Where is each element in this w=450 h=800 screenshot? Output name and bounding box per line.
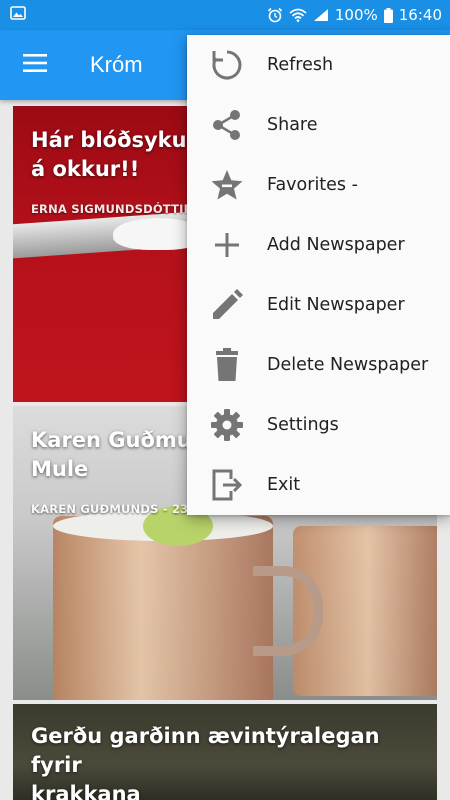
favorites-star-icon (187, 155, 267, 215)
menu-item-label: Edit Newspaper (267, 295, 405, 315)
clock: 16:40 (398, 6, 442, 24)
delete-trash-icon (187, 335, 267, 395)
status-bar: 100% 16:40 (0, 0, 450, 30)
image-icon (10, 6, 26, 24)
refresh-icon (187, 35, 267, 95)
article-meta: ERNA SIGMUNDSDÓTTIR - (31, 202, 202, 216)
article-title: Gerðu garðinn ævintýralegan fyrir krakka… (31, 724, 380, 800)
menu-item-label: Exit (267, 475, 301, 495)
menu-item-label: Settings (267, 415, 339, 435)
add-icon (187, 215, 267, 275)
exit-icon (187, 455, 267, 515)
menu-item-label: Delete Newspaper (267, 355, 429, 375)
menu-item-add-newspaper[interactable]: Add Newspaper (187, 215, 450, 275)
overflow-menu: Refresh Share Favorites - Add Newspaper … (187, 35, 450, 515)
battery-icon (383, 7, 393, 23)
menu-item-label: Favorites - (267, 175, 358, 195)
menu-item-label: Refresh (267, 55, 334, 75)
app-title: Króm (90, 52, 143, 77)
menu-item-refresh[interactable]: Refresh (187, 35, 450, 95)
menu-item-delete-newspaper[interactable]: Delete Newspaper (187, 335, 450, 395)
edit-pencil-icon (187, 275, 267, 335)
battery-level: 100% (334, 6, 378, 24)
alarm-icon (267, 7, 283, 23)
article-card[interactable]: Gerðu garðinn ævintýralegan fyrir krakka… (13, 704, 437, 800)
mug-handle-image (253, 566, 323, 656)
settings-gear-icon (187, 395, 267, 455)
menu-item-exit[interactable]: Exit (187, 455, 450, 515)
hamburger-menu-button[interactable] (0, 30, 70, 100)
menu-item-label: Share (267, 115, 318, 135)
menu-item-edit-newspaper[interactable]: Edit Newspaper (187, 275, 450, 335)
menu-item-settings[interactable]: Settings (187, 395, 450, 455)
menu-item-label: Add Newspaper (267, 235, 405, 255)
wifi-icon (289, 8, 307, 22)
menu-item-favorites[interactable]: Favorites - (187, 155, 450, 215)
article-meta: KAREN GUÐMUNDS - 23 K (31, 502, 202, 516)
signal-icon (313, 8, 329, 22)
share-icon (187, 95, 267, 155)
menu-item-share[interactable]: Share (187, 95, 450, 155)
hamburger-menu-icon (23, 53, 47, 77)
